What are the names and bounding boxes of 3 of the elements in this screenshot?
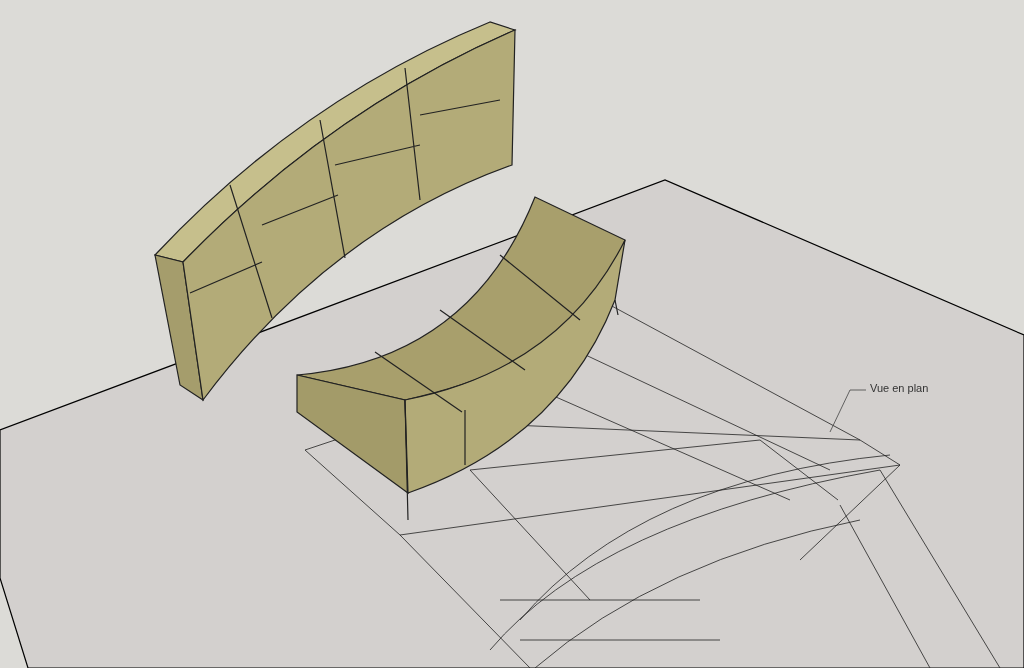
model-viewport[interactable]: Vue en plan xyxy=(0,0,1024,668)
leader-line xyxy=(829,389,867,433)
annotation-label: Vue en plan xyxy=(870,382,929,394)
